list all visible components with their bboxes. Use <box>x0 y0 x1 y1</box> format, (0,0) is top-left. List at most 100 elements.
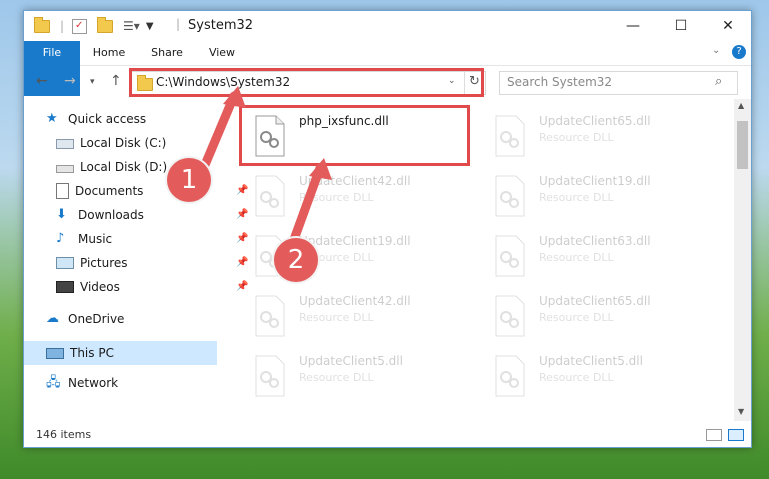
sidebar-item-label: OneDrive <box>68 312 125 326</box>
navigation-pane: ★ Quick access Local Disk (C:) Local Dis… <box>24 107 248 407</box>
sidebar-item-label: Pictures <box>80 256 128 270</box>
file-type: Resource DLL <box>299 191 374 204</box>
customize-toolbar-icon[interactable]: ☰▾ <box>123 19 140 33</box>
properties-icon[interactable]: ✓ <box>72 18 88 34</box>
file-name: UpdateClient5.dll <box>539 354 643 368</box>
network-icon: 🖧 <box>46 375 61 390</box>
recent-locations-icon[interactable]: ▾ <box>90 77 95 87</box>
sidebar-item-label: Local Disk (D:) <box>80 160 168 174</box>
tab-view[interactable]: View <box>200 41 244 65</box>
folder-icon <box>34 16 50 33</box>
sidebar-item-music[interactable]: ♪ Music 📌 <box>56 227 248 251</box>
computer-icon <box>46 347 64 359</box>
file-name: UpdateClient19.dll <box>299 234 411 248</box>
item-count: 146 items <box>36 428 92 441</box>
file-name: UpdateClient5.dll <box>299 354 403 368</box>
help-icon[interactable]: ? <box>732 45 746 59</box>
sidebar-item-pictures[interactable]: Pictures 📌 <box>56 251 248 275</box>
documents-icon <box>56 183 69 199</box>
sidebar-item-label: Downloads <box>78 208 144 222</box>
chevron-down-icon[interactable]: ▼ <box>146 21 154 32</box>
scrollbar-thumb[interactable] <box>737 121 748 169</box>
sidebar-item-videos[interactable]: Videos 📌 <box>56 275 248 299</box>
scroll-up-icon[interactable]: ▲ <box>738 101 744 110</box>
sidebar-item-label: This PC <box>70 346 114 360</box>
tab-home[interactable]: Home <box>84 41 134 65</box>
dll-file-icon <box>255 355 285 397</box>
step-1-badge: 1 <box>167 158 211 202</box>
address-highlight-box <box>129 68 484 97</box>
window-title: System32 <box>188 18 254 33</box>
file-type: Resource DLL <box>299 371 374 384</box>
status-bar: 146 items <box>24 423 751 447</box>
file-type: Resource DLL <box>539 131 614 144</box>
sidebar-item-label: Local Disk (C:) <box>80 136 167 150</box>
details-view-icon[interactable] <box>706 429 722 441</box>
vertical-scrollbar[interactable]: ▲ ▼ <box>734 99 751 421</box>
expand-ribbon-icon[interactable]: ⌄ <box>712 45 720 56</box>
quick-access-toolbar: | ✓ ☰▾ ▼ <box>34 16 154 35</box>
dll-file-icon <box>495 235 525 277</box>
sidebar-item-quick-access[interactable]: ★ Quick access <box>46 107 146 131</box>
tab-share[interactable]: Share <box>142 41 192 65</box>
file-type: Resource DLL <box>539 371 614 384</box>
back-arrow-icon[interactable]: ← <box>36 73 48 89</box>
dll-file-icon <box>495 295 525 337</box>
new-folder-icon[interactable] <box>97 16 114 33</box>
sidebar-item-label: Documents <box>75 184 144 198</box>
separator: | <box>176 17 181 31</box>
file-name: UpdateClient63.dll <box>539 234 651 248</box>
sidebar-item-local-disk-d[interactable]: Local Disk (D:) <box>56 155 167 179</box>
file-name: UpdateClient42.dll <box>299 294 411 308</box>
file-item[interactable]: UpdateClient65.dll Resource DLL <box>484 109 709 164</box>
file-item[interactable]: UpdateClient5.dll Resource DLL <box>244 349 469 404</box>
file-name: UpdateClient65.dll <box>539 294 651 308</box>
file-highlight-box <box>239 105 470 166</box>
file-name: UpdateClient19.dll <box>539 174 651 188</box>
step-2-badge: 2 <box>274 238 318 282</box>
drive-icon <box>56 165 74 173</box>
file-type: Resource DLL <box>299 311 374 324</box>
sidebar-item-downloads[interactable]: ⬇ Downloads 📌 <box>56 203 248 227</box>
search-icon[interactable]: ⌕ <box>715 74 722 89</box>
sidebar-item-network[interactable]: 🖧 Network <box>46 371 118 395</box>
maximize-button[interactable]: ☐ <box>658 11 704 41</box>
star-icon: ★ <box>46 111 58 126</box>
sidebar-item-label: Music <box>78 232 113 246</box>
sidebar-item-documents[interactable]: Documents 📌 <box>56 179 248 203</box>
file-item[interactable]: UpdateClient19.dll Resource DLL <box>484 169 709 224</box>
file-type: Resource DLL <box>539 311 614 324</box>
title-bar: | ✓ ☰▾ ▼ | System32 — ☐ ✕ <box>24 11 751 41</box>
ribbon-tabs: File Home Share View ⌄ ? <box>24 41 751 96</box>
video-icon <box>56 281 74 293</box>
dll-file-icon <box>495 175 525 217</box>
sidebar-item-this-pc[interactable]: This PC <box>46 341 114 365</box>
file-item[interactable]: UpdateClient42.dll Resource DLL <box>244 169 469 224</box>
file-type: Resource DLL <box>539 191 614 204</box>
cloud-icon: ☁ <box>46 311 59 326</box>
sidebar-item-onedrive[interactable]: ☁ OneDrive <box>46 307 124 331</box>
minimize-button[interactable]: — <box>610 11 656 41</box>
sidebar-item-local-disk-c[interactable]: Local Disk (C:) <box>56 131 166 155</box>
file-item[interactable]: UpdateClient63.dll Resource DLL <box>484 229 709 284</box>
forward-arrow-icon[interactable]: → <box>64 73 76 89</box>
file-item[interactable]: UpdateClient42.dll Resource DLL <box>244 289 469 344</box>
search-input[interactable]: Search System32 ⌕ <box>499 71 738 95</box>
dll-file-icon <box>255 175 285 217</box>
dll-file-icon <box>495 355 525 397</box>
close-button[interactable]: ✕ <box>705 11 751 41</box>
file-item[interactable]: UpdateClient5.dll Resource DLL <box>484 349 709 404</box>
up-arrow-icon[interactable]: ↑ <box>110 73 122 89</box>
dll-file-icon <box>495 115 525 157</box>
sidebar-item-label: Quick access <box>68 112 147 126</box>
scroll-down-icon[interactable]: ▼ <box>738 407 744 416</box>
sidebar-item-label: Videos <box>80 280 120 294</box>
pictures-icon <box>56 257 74 269</box>
file-item[interactable]: UpdateClient65.dll Resource DLL <box>484 289 709 344</box>
music-icon: ♪ <box>56 231 65 246</box>
sidebar-item-label: Network <box>68 376 119 390</box>
drive-icon <box>56 139 74 149</box>
file-name: UpdateClient42.dll <box>299 174 411 188</box>
large-icons-view-icon[interactable] <box>728 429 744 441</box>
separator: | <box>60 19 65 33</box>
